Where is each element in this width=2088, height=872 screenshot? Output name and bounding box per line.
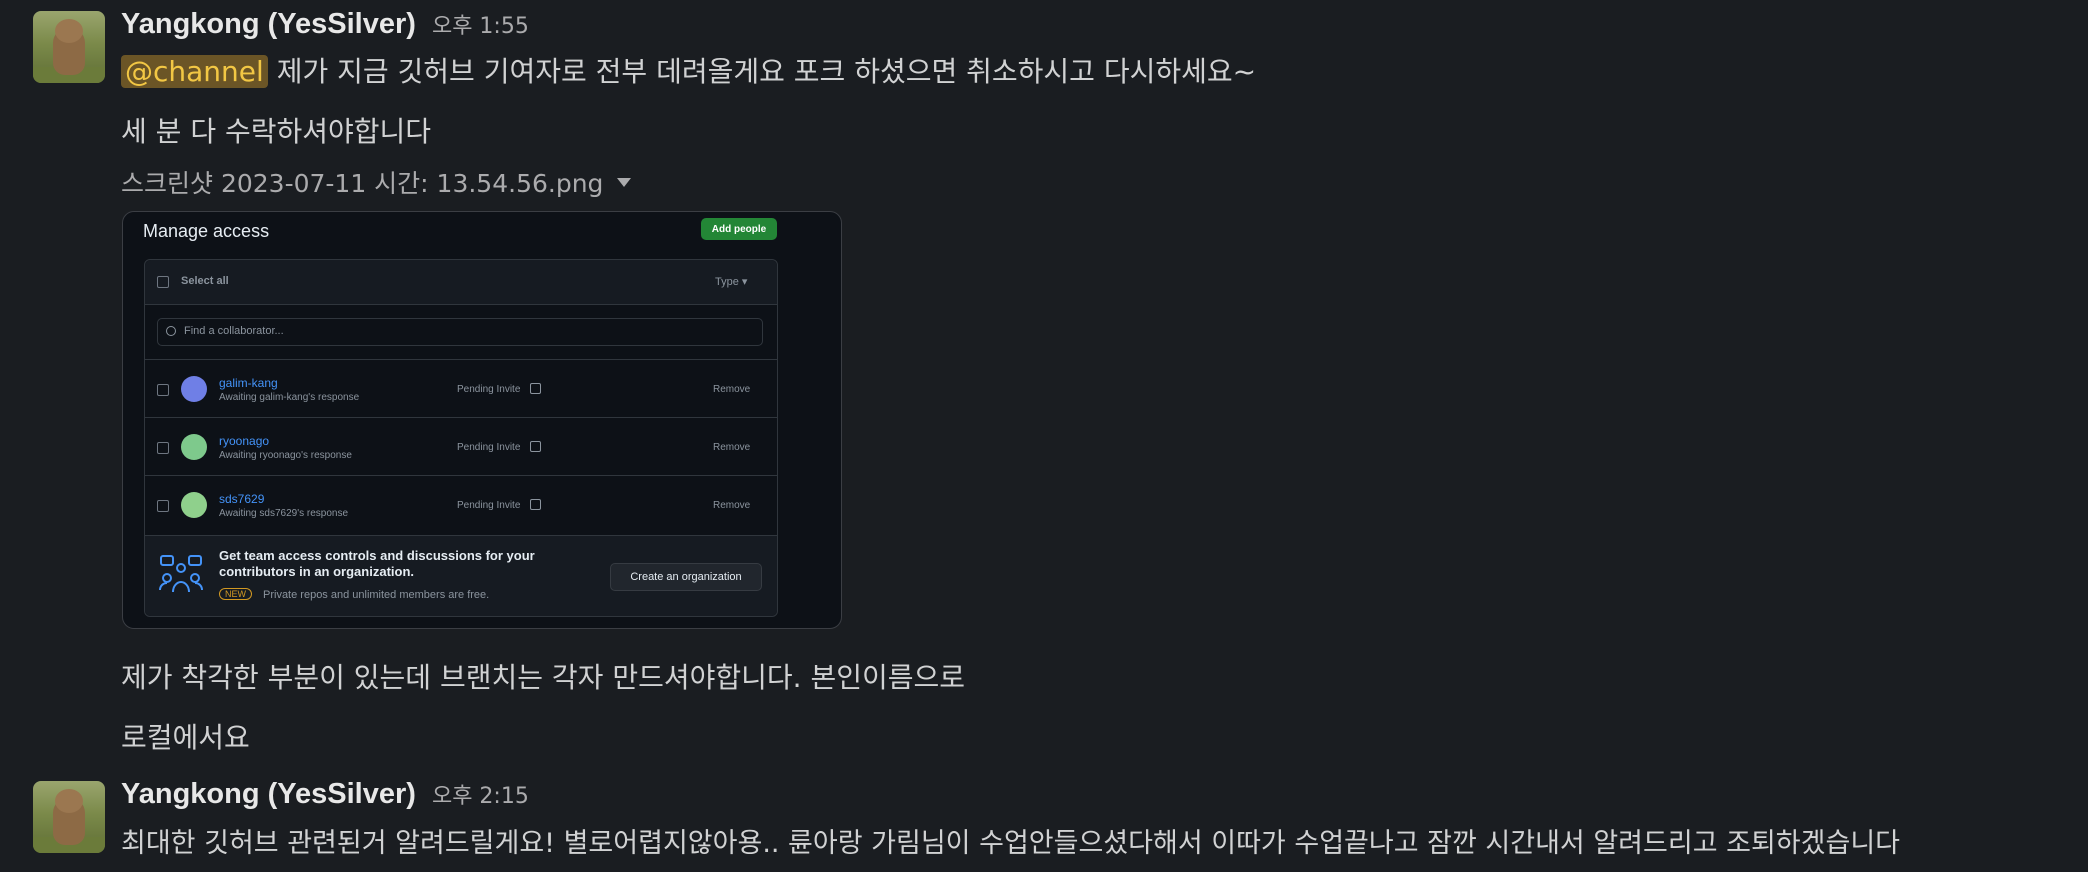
- remove-label: Remove: [713, 442, 751, 453]
- avatar: [181, 434, 207, 460]
- remove-label: Remove: [713, 384, 751, 395]
- message-timestamp[interactable]: 오후 2:15: [432, 778, 529, 810]
- avatar: [181, 376, 207, 402]
- organization-promo: Get team access controls and discussions…: [145, 535, 777, 616]
- search-icon: [166, 326, 176, 336]
- create-organization-button: Create an organization: [610, 563, 762, 591]
- copy-icon: [530, 499, 541, 510]
- sender-name[interactable]: Yangkong (YesSilver): [121, 8, 416, 41]
- type-filter: Type ▾: [715, 276, 748, 288]
- add-people-button: Add people: [701, 218, 777, 240]
- message-header: Yangkong (YesSilver) 오후 2:15: [121, 778, 529, 811]
- message-text-rest: 제가 지금 깃허브 기여자로 전부 데려올게요 포크 하셨으면 취소하시고 다시…: [267, 55, 1257, 88]
- checkbox-icon: [157, 500, 169, 512]
- team-icon: [159, 555, 203, 593]
- promo-subtext: Private repos and unlimited members are …: [263, 589, 490, 601]
- panel-header: Select all Type ▾: [145, 260, 777, 305]
- select-all-label: Select all: [181, 275, 229, 287]
- collaborator-panel: Select all Type ▾ Find a collaborator...…: [144, 259, 778, 617]
- collaborator-status-text: Awaiting galim-kang's response: [219, 392, 360, 403]
- message-text: 로컬에서요: [121, 721, 250, 754]
- collaborator-row: sds7629 Awaiting sds7629's response Pend…: [145, 475, 777, 534]
- message-header: Yangkong (YesSilver) 오후 1:55: [121, 8, 529, 41]
- chevron-down-icon[interactable]: [617, 177, 632, 187]
- message-text: 세 분 다 수락하셔야합니다: [121, 115, 432, 148]
- copy-icon: [530, 441, 541, 452]
- promo-heading: Get team access controls and discussions…: [219, 548, 535, 579]
- collaborator-row: ryoonago Awaiting ryoonago's response Pe…: [145, 417, 777, 476]
- channel-mention[interactable]: @channel: [121, 55, 268, 88]
- sender-name[interactable]: Yangkong (YesSilver): [121, 778, 416, 811]
- message-text: @channel 제가 지금 깃허브 기여자로 전부 데려올게요 포크 하셨으면…: [121, 50, 1256, 90]
- collaborator-status-text: Awaiting sds7629's response: [219, 508, 349, 519]
- checkbox-icon: [157, 384, 169, 396]
- screenshot-title: Manage access: [143, 221, 270, 241]
- new-badge: NEW: [219, 588, 252, 600]
- collaborator-username: sds7629: [219, 492, 265, 506]
- message-timestamp[interactable]: 오후 1:55: [432, 8, 529, 40]
- pending-invite-label: Pending Invite: [457, 384, 521, 395]
- attachment-filename[interactable]: 스크린샷 2023-07-11 시간: 13.54.56.png: [121, 164, 603, 200]
- message-text: 최대한 깃허브 관련된거 알려드릴게요! 별로어렵지않아용.. 륜아랑 가림님이…: [121, 828, 1900, 859]
- collaborator-row: galim-kang Awaiting galim-kang's respons…: [145, 359, 777, 418]
- pending-invite-label: Pending Invite: [457, 442, 521, 453]
- search-input: Find a collaborator...: [157, 318, 763, 346]
- collaborator-username: galim-kang: [219, 376, 278, 390]
- attachment-image[interactable]: Manage access Add people Select all Type…: [122, 211, 842, 629]
- attachment-label[interactable]: 스크린샷 2023-07-11 시간: 13.54.56.png: [121, 164, 632, 200]
- copy-icon: [530, 383, 541, 394]
- collaborator-status-text: Awaiting ryoonago's response: [219, 450, 352, 461]
- checkbox-icon: [157, 442, 169, 454]
- pending-invite-label: Pending Invite: [457, 500, 521, 511]
- avatar: [181, 492, 207, 518]
- collaborator-username: ryoonago: [219, 434, 270, 448]
- user-avatar[interactable]: [33, 11, 105, 83]
- remove-label: Remove: [713, 500, 751, 511]
- search-placeholder: Find a collaborator...: [184, 325, 284, 337]
- user-avatar[interactable]: [33, 781, 105, 853]
- message-text: 제가 착각한 부분이 있는데 브랜치는 각자 만드셔야합니다. 본인이름으로: [121, 661, 966, 694]
- checkbox-icon: [157, 276, 169, 288]
